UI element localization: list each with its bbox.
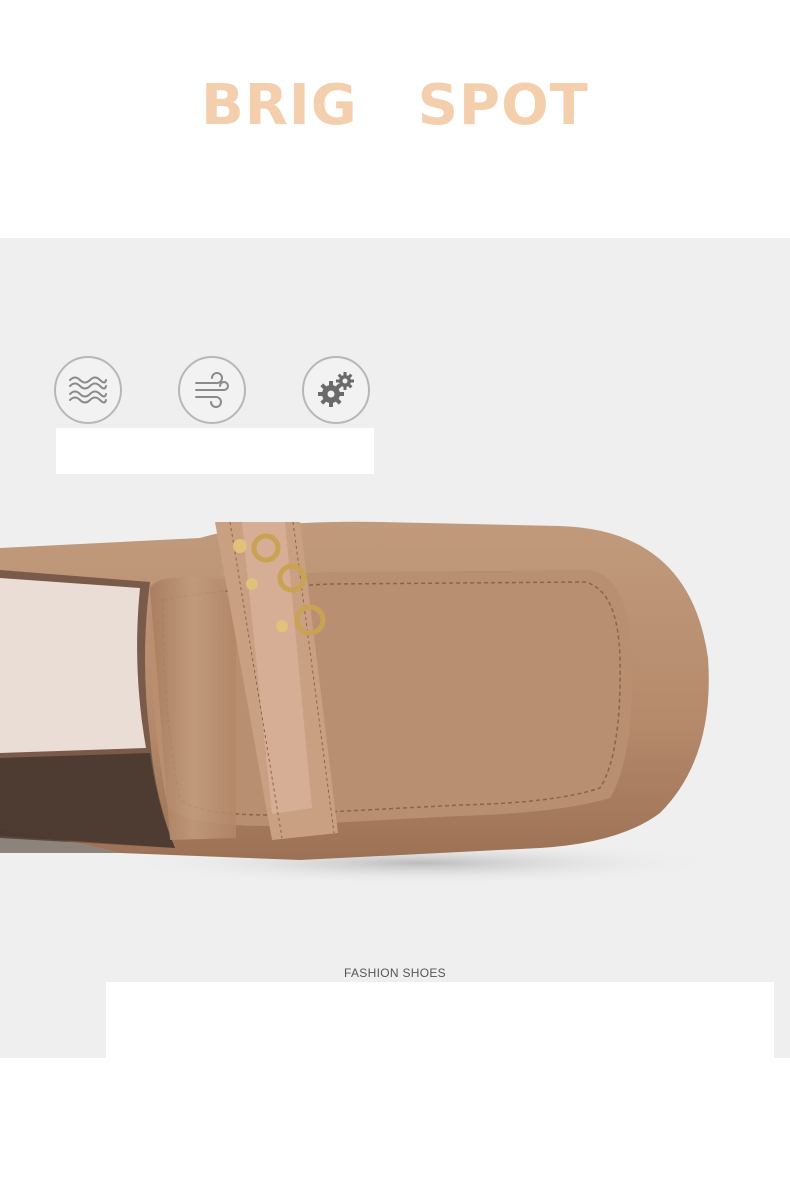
- product-caption: FASHION SHOES: [344, 966, 446, 980]
- shoe-image: [0, 521, 720, 885]
- header: BRIG SPOT: [0, 0, 790, 238]
- wind-icon: [178, 356, 246, 424]
- title-part-2: SPOT: [417, 73, 589, 138]
- feature-text-bar: [56, 428, 374, 474]
- product-panel: FASHION SHOES: [0, 238, 790, 1058]
- waves-icon: [54, 356, 122, 424]
- gears-icon: [302, 356, 370, 424]
- footer: [0, 1058, 790, 1201]
- page-title: BRIG SPOT: [0, 78, 790, 134]
- caption-text-box: [106, 982, 774, 1058]
- title-part-1: BRIG: [201, 73, 358, 138]
